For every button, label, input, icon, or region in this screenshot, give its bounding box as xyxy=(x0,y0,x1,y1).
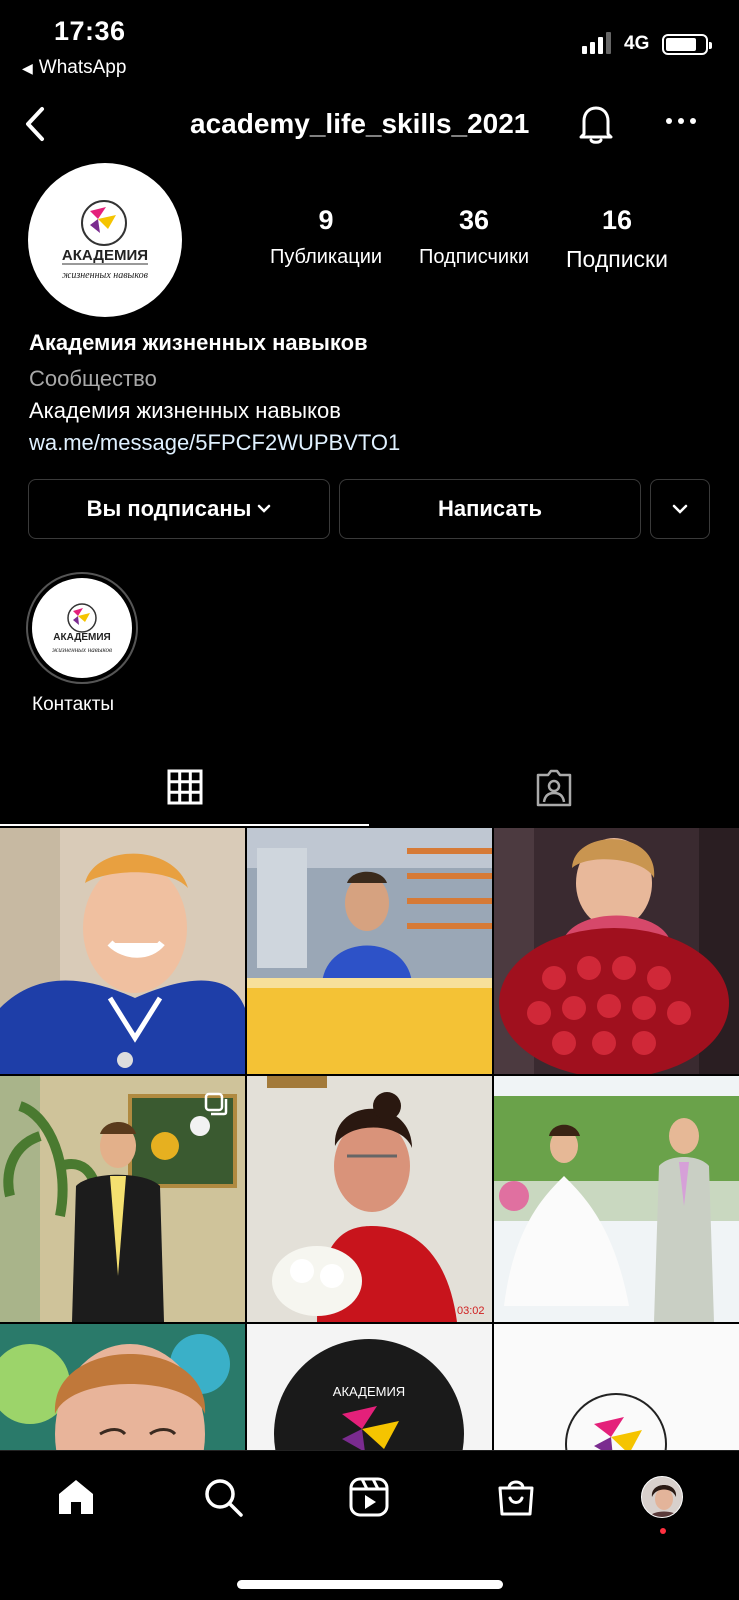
post-thumbnail[interactable] xyxy=(494,1324,739,1450)
search-icon xyxy=(205,1479,243,1517)
suggested-accounts-button[interactable] xyxy=(650,479,710,539)
following-button[interactable]: Вы подписаны xyxy=(28,479,330,539)
nav-profile-avatar[interactable] xyxy=(641,1476,683,1518)
back-triangle-icon: ◀ xyxy=(22,60,33,76)
highlight-logo-title: АКАДЕМИЯ xyxy=(53,632,110,643)
stat-posts-value: 9 xyxy=(318,205,334,235)
profile-avatar[interactable]: АКАДЕМИЯ жизненных навыков xyxy=(28,163,182,317)
carousel-icon xyxy=(204,1092,228,1116)
post-thumbnail[interactable] xyxy=(247,828,492,1074)
signal-icon xyxy=(582,32,611,54)
stat-following-value: 16 xyxy=(601,205,633,235)
post-thumbnail[interactable] xyxy=(0,828,245,1074)
tagged-person-icon xyxy=(536,769,572,807)
avatar-logo-title: АКАДЕМИЯ xyxy=(62,247,148,264)
profile-username: academy_life_skills_2021 xyxy=(190,108,530,139)
back-arrow-icon[interactable] xyxy=(20,104,50,144)
bell-icon[interactable] xyxy=(576,102,616,146)
home-icon xyxy=(59,1480,93,1514)
tab-tagged[interactable] xyxy=(369,750,739,826)
notification-dot xyxy=(660,1528,666,1534)
avatar-logo-subtitle: жизненных навыков xyxy=(62,270,149,281)
profile-category: Сообщество xyxy=(29,366,157,391)
stat-followers-value: 36 xyxy=(458,205,490,235)
profile-name: Академия жизненных навыков xyxy=(29,330,368,355)
profile-link[interactable]: wa.me/message/5FPCF2WUPBVTO1 xyxy=(29,430,400,456)
following-button-label: Вы подписаны xyxy=(86,496,252,521)
stat-following[interactable]: 16 Подписки xyxy=(552,205,682,273)
bottom-navigation xyxy=(0,1450,739,1600)
stat-followers-label: Подписчики xyxy=(418,246,530,268)
grid-icon xyxy=(167,769,202,805)
post-thumbnail[interactable] xyxy=(0,1076,245,1322)
stat-posts-label: Публикации xyxy=(269,246,383,268)
nav-shop[interactable] xyxy=(492,1473,540,1521)
post-logo-text: АКАДЕМИЯ xyxy=(333,1384,405,1399)
highlight-logo-subtitle: жизненных навыков xyxy=(52,646,112,654)
reels-icon xyxy=(349,1477,389,1517)
nav-home[interactable] xyxy=(52,1473,100,1521)
chevron-down-icon xyxy=(258,504,271,513)
more-options-icon[interactable] xyxy=(665,114,697,126)
chevron-down-icon xyxy=(672,504,688,514)
nav-search[interactable] xyxy=(199,1473,247,1521)
post-thumbnail[interactable] xyxy=(0,1324,245,1450)
post-thumbnail[interactable]: 03:02 xyxy=(247,1076,492,1322)
highlight-label: Контакты xyxy=(32,694,115,715)
message-button-label: Написать xyxy=(438,496,542,521)
message-button[interactable]: Написать xyxy=(339,479,641,539)
post-timestamp: 03:02 xyxy=(457,1305,485,1317)
battery-icon xyxy=(662,34,712,55)
network-type: 4G xyxy=(624,33,650,54)
highlight-contacts[interactable]: АКАДЕМИЯ жизненных навыков xyxy=(26,572,138,684)
post-thumbnail[interactable] xyxy=(494,1076,739,1322)
stat-following-label: Подписки xyxy=(566,246,668,272)
nav-reels[interactable] xyxy=(345,1473,393,1521)
stat-posts[interactable]: 9 Публикации xyxy=(262,205,390,269)
back-app-label: WhatsApp xyxy=(38,57,127,78)
stat-followers[interactable]: 36 Подписчики xyxy=(404,205,544,269)
post-thumbnail[interactable]: АКАДЕМИЯ xyxy=(247,1324,492,1450)
status-time: 17:36 xyxy=(54,16,126,46)
shopping-bag-icon xyxy=(498,1480,534,1516)
back-to-app-link[interactable]: ◀ WhatsApp xyxy=(22,57,126,79)
home-indicator[interactable] xyxy=(237,1580,503,1589)
posts-grid: 03:02 АКАДЕМИЯ xyxy=(0,828,739,1450)
post-thumbnail[interactable] xyxy=(494,828,739,1074)
profile-bio: Академия жизненных навыков xyxy=(29,398,341,423)
tab-posts-grid[interactable] xyxy=(0,750,369,826)
